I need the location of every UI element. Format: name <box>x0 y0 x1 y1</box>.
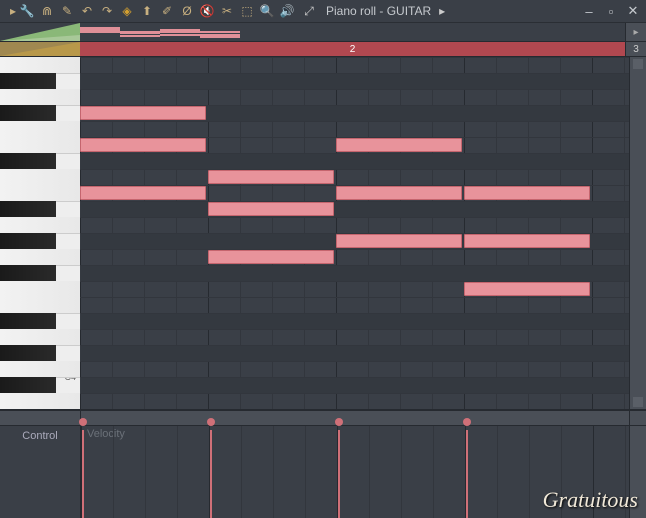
velocity-event[interactable] <box>466 430 468 518</box>
midi-note[interactable] <box>464 186 590 200</box>
overview-corner[interactable] <box>0 23 80 41</box>
overview-minimap[interactable] <box>80 23 625 41</box>
timeline-ruler[interactable]: 2 3 <box>0 42 646 57</box>
velocity-field-label: Velocity <box>87 428 125 440</box>
menu-arrow-icon[interactable]: ▸ <box>6 4 20 18</box>
brush-icon[interactable]: ✐ <box>160 4 174 18</box>
redo-icon[interactable]: ↷ <box>100 4 114 18</box>
magnet-icon[interactable]: ⋒ <box>40 4 54 18</box>
midi-note[interactable] <box>80 186 206 200</box>
midi-note[interactable] <box>336 138 462 152</box>
overview-strip: ▸ <box>0 23 646 42</box>
velocity-event[interactable] <box>338 430 340 518</box>
mute-icon[interactable]: 🔇 <box>200 4 214 18</box>
piano-roll-window: ▸ 🔧 ⋒ ✎ ↶ ↷ ◈ ⬆ ✐ Ø 🔇 ✂ ⬚ 🔍 🔊 ⤢ Piano ro… <box>0 0 646 517</box>
window-controls: – ▫ ✕ <box>582 4 640 18</box>
select-icon[interactable]: ⬚ <box>240 4 254 18</box>
velocity-event[interactable] <box>82 430 84 518</box>
velocity-grid[interactable]: Velocity <box>81 426 629 518</box>
undo-icon[interactable]: ↶ <box>80 4 94 18</box>
midi-note[interactable] <box>80 106 206 120</box>
note-grid[interactable] <box>80 57 629 409</box>
vertical-scrollbar[interactable] <box>629 57 646 409</box>
toolbar: 🔧 ⋒ ✎ ↶ ↷ ◈ ⬆ ✐ Ø 🔇 ✂ ⬚ 🔍 🔊 <box>20 4 294 18</box>
midi-note[interactable] <box>208 250 334 264</box>
midi-note[interactable] <box>464 234 590 248</box>
midi-note[interactable] <box>80 138 206 152</box>
bar-number: 2 <box>350 44 356 55</box>
titlebar: ▸ 🔧 ⋒ ✎ ↶ ↷ ◈ ⬆ ✐ Ø 🔇 ✂ ⬚ 🔍 🔊 ⤢ Piano ro… <box>0 0 646 23</box>
cursor-icon[interactable]: ⬆ <box>140 4 154 18</box>
piano-keyboard[interactable]: C5C4 <box>0 57 80 409</box>
minimize-button[interactable]: – <box>582 4 596 18</box>
channel-arrow-icon[interactable]: ⤢ <box>302 4 316 18</box>
wrench-icon[interactable]: 🔧 <box>20 4 34 18</box>
velocity-event[interactable] <box>210 430 212 518</box>
cut-icon[interactable]: Ø <box>180 4 194 18</box>
close-button[interactable]: ✕ <box>626 4 640 18</box>
ruler-bars[interactable]: 2 <box>80 42 625 56</box>
velocity-scrollbar[interactable] <box>629 426 646 518</box>
tag-icon[interactable]: ◈ <box>120 4 134 18</box>
midi-note[interactable] <box>208 202 334 216</box>
pencil-icon[interactable]: ✎ <box>60 4 74 18</box>
velocity-panel: Control Velocity <box>0 426 646 518</box>
window-title: Piano roll - GUITAR <box>326 4 431 18</box>
zoom-icon[interactable]: 🔍 <box>260 4 274 18</box>
ruler-end-marker: 3 <box>625 42 646 56</box>
control-label[interactable]: Control <box>0 426 81 518</box>
midi-note[interactable] <box>336 186 462 200</box>
main-area: C5C4 <box>0 57 646 410</box>
overview-navigate-button[interactable]: ▸ <box>625 23 646 41</box>
slice-icon[interactable]: ✂ <box>220 4 234 18</box>
title-arrow-icon[interactable]: ▸ <box>435 4 449 18</box>
maximize-button[interactable]: ▫ <box>604 4 618 18</box>
midi-note[interactable] <box>336 234 462 248</box>
midi-note[interactable] <box>208 170 334 184</box>
play-icon[interactable]: 🔊 <box>280 4 294 18</box>
midi-note[interactable] <box>464 282 590 296</box>
horizontal-scrollbar[interactable] <box>0 410 646 426</box>
ruler-options[interactable] <box>0 42 80 56</box>
